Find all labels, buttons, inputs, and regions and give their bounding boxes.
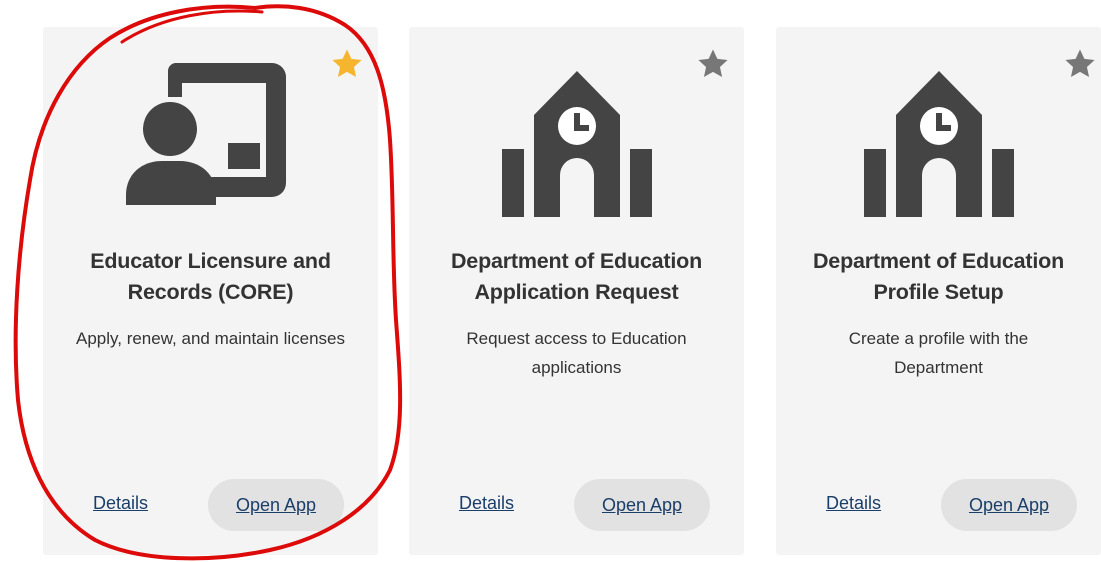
open-app-button[interactable]: Open App [941, 479, 1077, 531]
app-card-core: Educator Licensure and Records (CORE) Ap… [43, 27, 378, 555]
favorite-star-icon[interactable] [330, 47, 364, 81]
details-link[interactable]: Details [93, 493, 148, 514]
app-title: Educator Licensure and Records (CORE) [90, 249, 331, 304]
app-grid: Educator Licensure and Records (CORE) Ap… [0, 0, 1101, 562]
teacher-presentation-icon [125, 57, 296, 217]
app-description: Create a profile with the Department [848, 329, 1029, 377]
app-title: Department of Education Application Requ… [450, 249, 703, 304]
app-card-profile-setup: Department of Education Profile Setup Cr… [776, 27, 1101, 555]
details-link[interactable]: Details [826, 493, 881, 514]
favorite-star-icon[interactable] [1063, 47, 1097, 81]
school-building-icon [854, 57, 1024, 217]
app-title: Department of Education Profile Setup [812, 249, 1065, 304]
app-description: Apply, renew, and maintain licenses [75, 329, 345, 348]
favorite-star-icon[interactable] [696, 47, 730, 81]
app-card-application-request: Department of Education Application Requ… [409, 27, 744, 555]
details-link[interactable]: Details [459, 493, 514, 514]
open-app-button[interactable]: Open App [208, 479, 344, 531]
app-description: Request access to Education applications [466, 329, 687, 377]
school-building-icon [492, 57, 662, 217]
open-app-button[interactable]: Open App [574, 479, 710, 531]
